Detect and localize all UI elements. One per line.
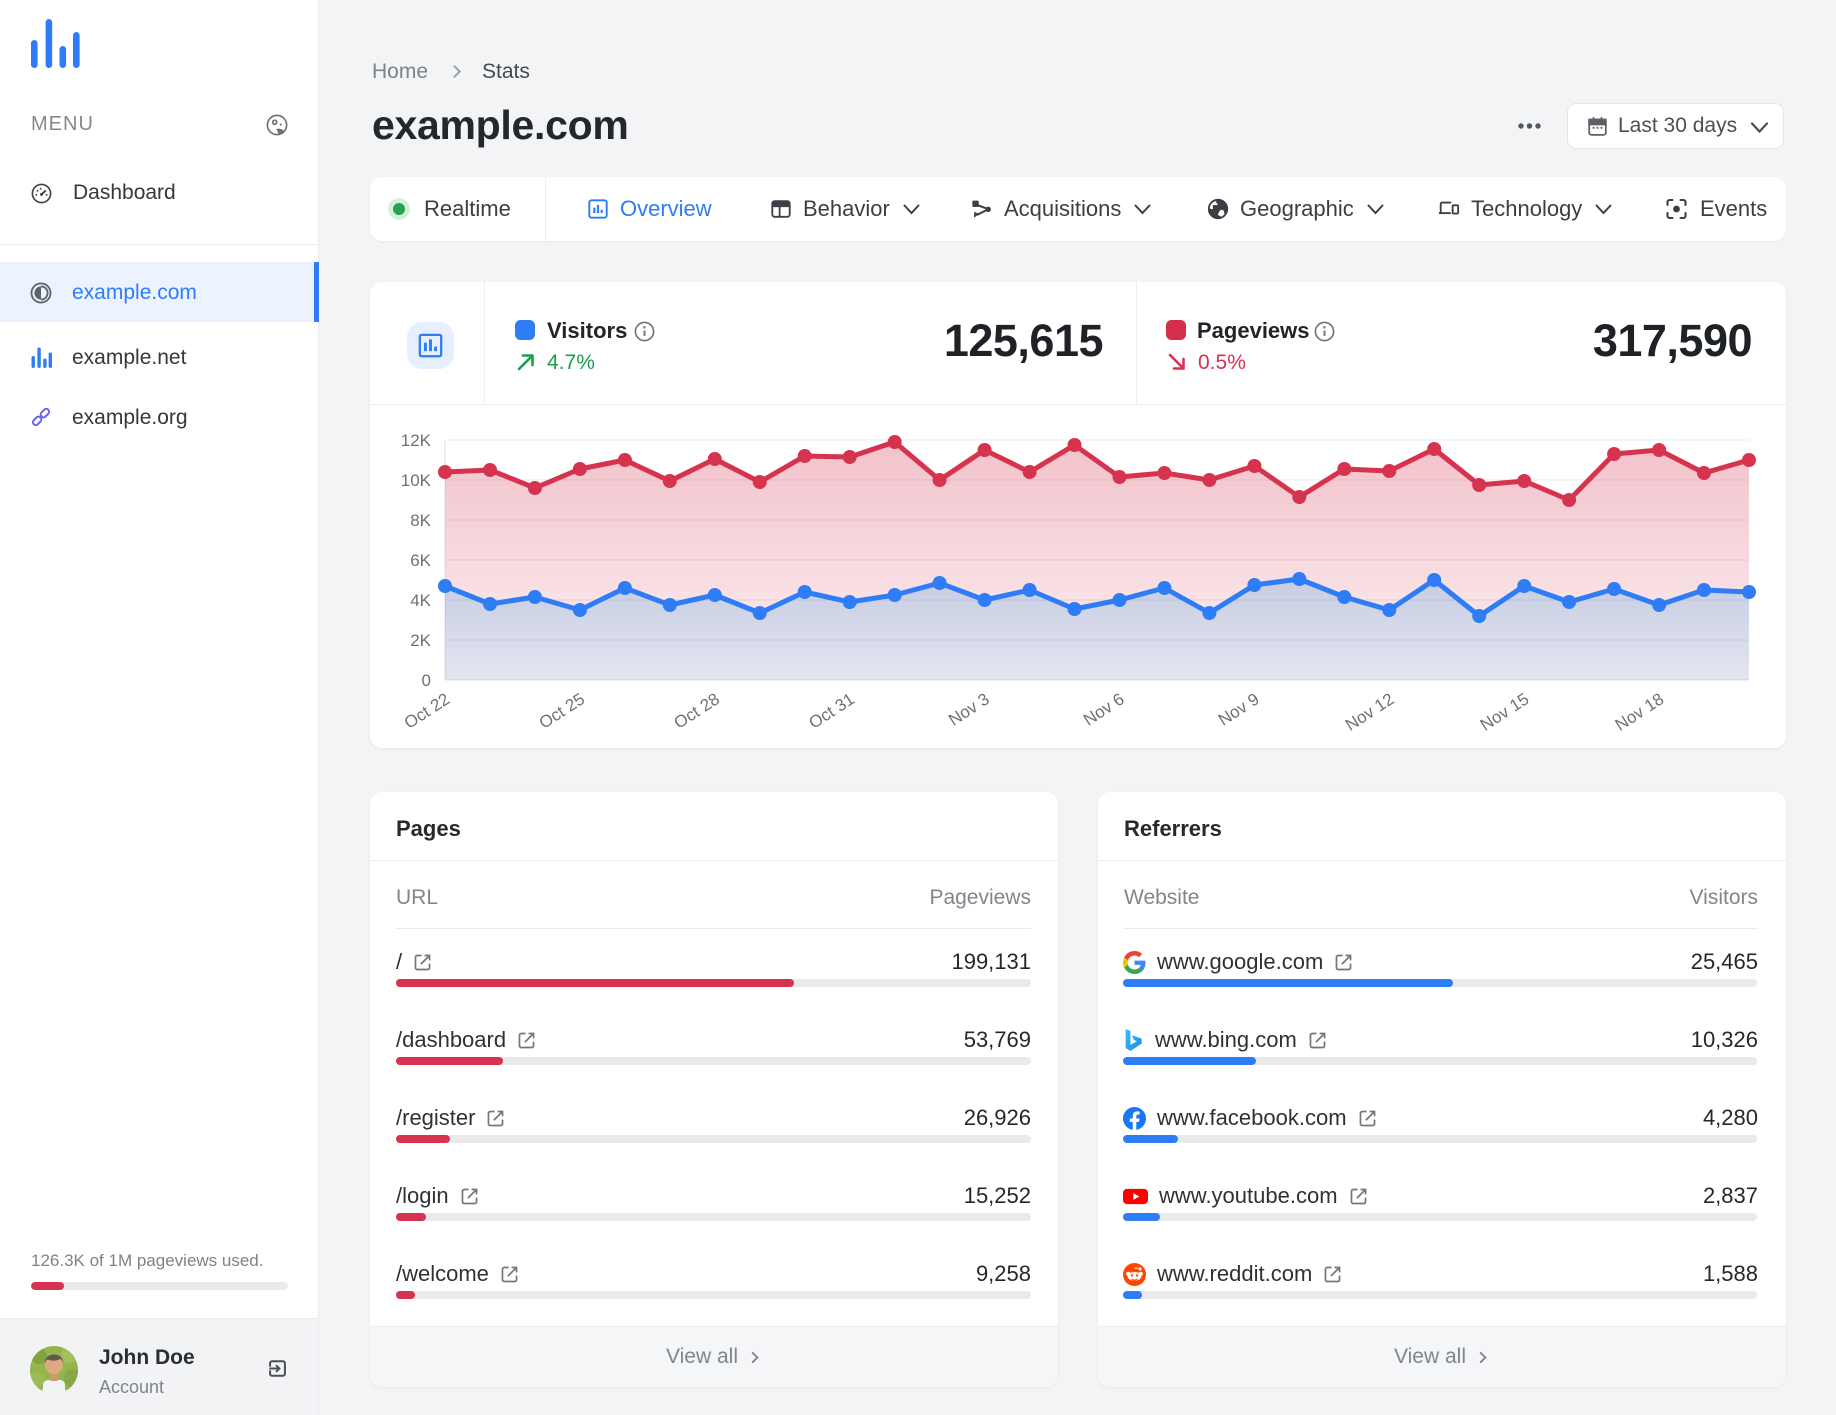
svg-text:Nov 9: Nov 9: [1215, 689, 1263, 729]
svg-text:Oct 31: Oct 31: [806, 689, 858, 732]
svg-text:10K: 10K: [401, 471, 432, 490]
svg-text:Oct 25: Oct 25: [536, 689, 588, 732]
svg-text:2K: 2K: [410, 631, 431, 650]
svg-text:Nov 6: Nov 6: [1080, 689, 1128, 729]
svg-text:Nov 3: Nov 3: [945, 689, 993, 729]
svg-text:8K: 8K: [410, 511, 431, 530]
svg-text:6K: 6K: [410, 551, 431, 570]
svg-text:Oct 28: Oct 28: [671, 689, 723, 732]
svg-text:Nov 12: Nov 12: [1342, 689, 1398, 734]
svg-text:12K: 12K: [401, 431, 432, 450]
svg-text:Nov 15: Nov 15: [1477, 689, 1533, 734]
svg-text:Oct 22: Oct 22: [401, 689, 453, 732]
svg-text:Nov 18: Nov 18: [1612, 689, 1668, 734]
svg-text:4K: 4K: [410, 591, 431, 610]
svg-text:0: 0: [422, 671, 431, 690]
